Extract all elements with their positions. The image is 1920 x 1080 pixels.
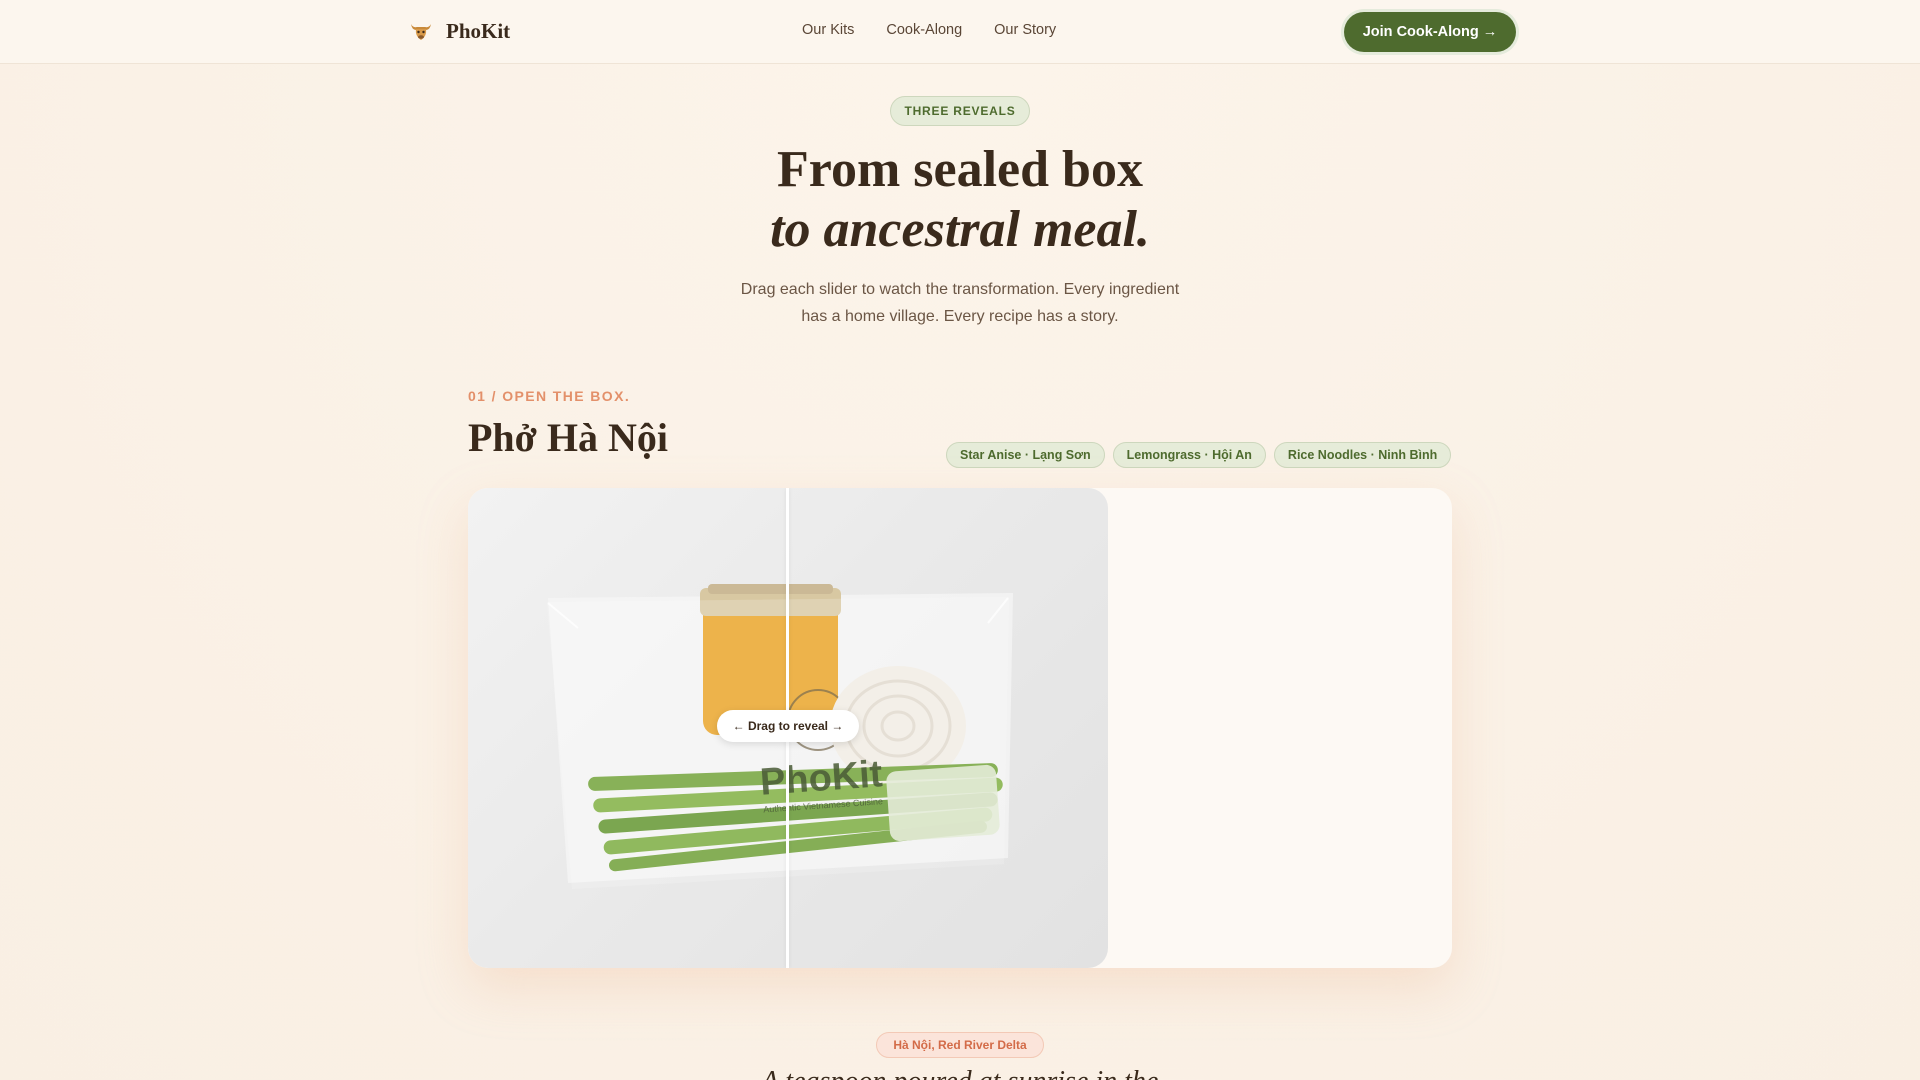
hero-title: From sealed box to ancestral meal. — [0, 140, 1920, 260]
ingredient-chips: Star Anise · Lạng Sơn Lemongrass · Hội A… — [946, 442, 1452, 468]
nav-our-kits[interactable]: Our Kits — [802, 22, 854, 38]
brand-name: PhoKit — [446, 18, 511, 43]
hero-title-line2: to ancestral meal. — [770, 201, 1150, 258]
region-badge: Hà Nội, Red River Delta — [876, 1032, 1044, 1058]
section-kicker: 01 / OPEN THE BOX. — [468, 388, 631, 404]
nav-cook-along[interactable]: Cook-Along — [886, 22, 962, 38]
buffalo-logo-icon — [411, 24, 431, 40]
chip-lemongrass: Lemongrass · Hội An — [1112, 442, 1266, 468]
box-brand-text: PhoKit — [759, 753, 884, 803]
main-nav: Our Kits Cook-Along Our Story — [802, 22, 1056, 38]
join-cook-along-button[interactable]: Join Cook-Along → — [1344, 12, 1516, 52]
before-after-slider[interactable]: PhoKit Authentic Vietnamese Cuisine ← Dr… — [468, 488, 1108, 968]
hero-title-line1: From sealed box — [777, 141, 1143, 198]
hero-subtitle-line1: Drag each slider to watch the transforma… — [740, 281, 1180, 298]
section-badge: THREE REVEALS — [890, 96, 1030, 126]
chip-star-anise: Star Anise · Lạng Sơn — [946, 442, 1105, 468]
next-section-heading: A teaspoon poured at sunrise in the — [0, 1066, 1920, 1080]
slider-handle[interactable]: ← Drag to reveal → — [717, 710, 859, 742]
hero-subtitle-line2: has a home village. Every recipe has a s… — [801, 308, 1119, 325]
hero-subtitle: Drag each slider to watch the transforma… — [720, 276, 1200, 330]
logo[interactable]: PhoKit — [408, 18, 510, 44]
chip-rice-noodles: Rice Noodles · Ninh Bình — [1273, 442, 1452, 468]
nav-our-story[interactable]: Our Story — [994, 22, 1056, 38]
site-header: PhoKit Our Kits Cook-Along Our Story Joi… — [0, 0, 1920, 64]
dish-title: Phở Hà Nội — [468, 415, 668, 460]
reveal-card: PhoKit Authentic Vietnamese Cuisine ← Dr… — [468, 488, 1452, 968]
